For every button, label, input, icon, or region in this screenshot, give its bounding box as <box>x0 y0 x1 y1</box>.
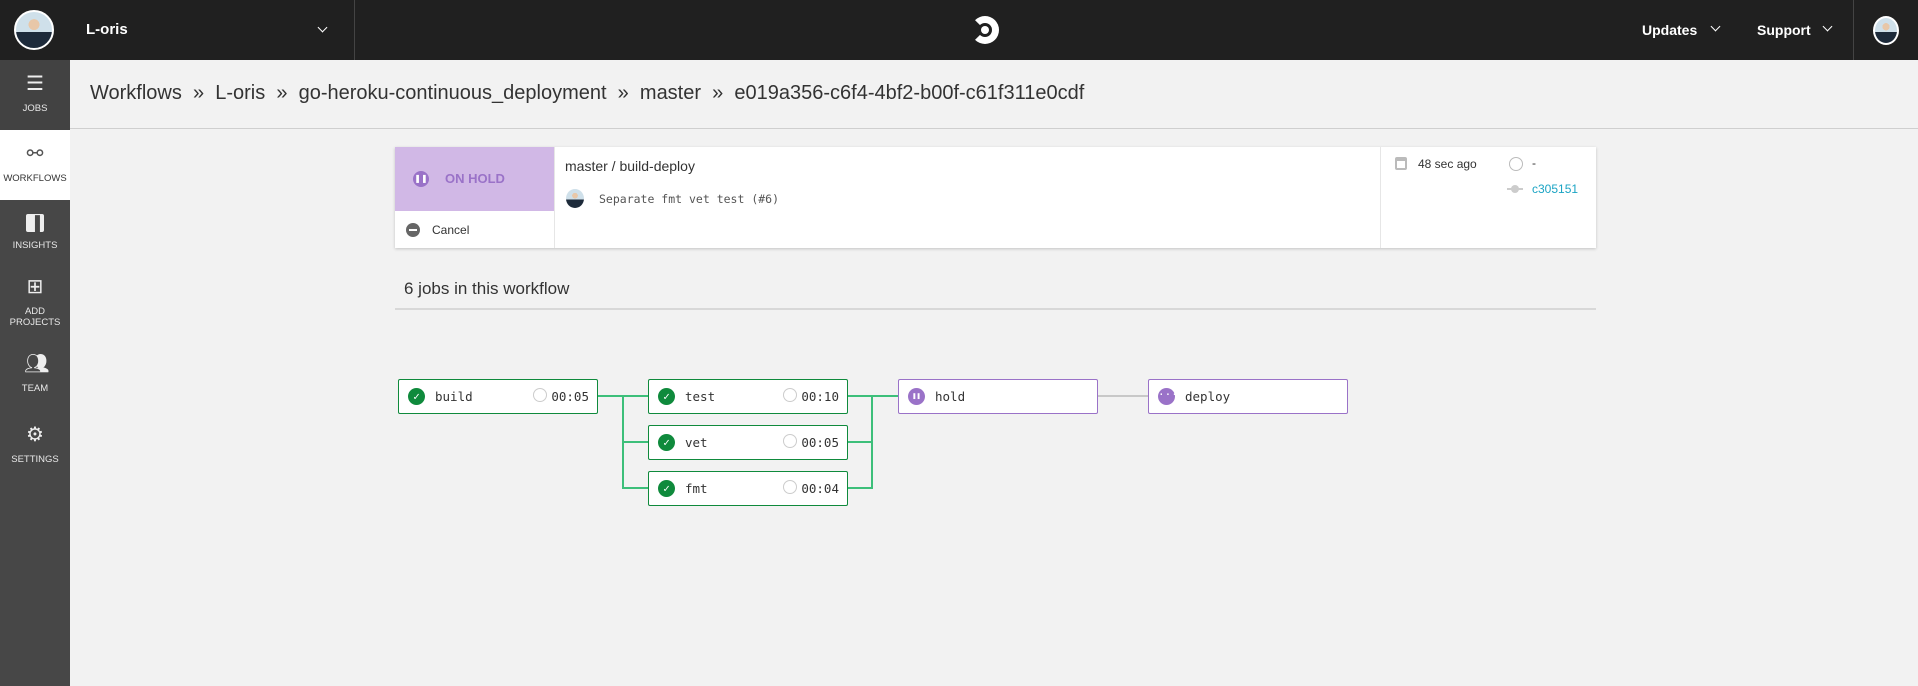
add-project-icon: ⊞ <box>26 276 44 298</box>
sidebar-item-jobs[interactable]: ☰ JOBS <box>0 60 70 130</box>
gears-icon: ⚙ <box>26 424 44 446</box>
job-fmt[interactable]: ✓ fmt 00:04 <box>648 471 848 506</box>
check-icon: ✓ <box>658 434 675 451</box>
divider <box>395 308 1596 310</box>
stopwatch-icon <box>783 480 797 494</box>
divider <box>1380 147 1381 248</box>
connector <box>1097 395 1148 397</box>
pause-icon: ❚❚ <box>413 171 429 187</box>
pause-icon: ❚❚ <box>908 388 925 405</box>
divider <box>1853 0 1854 60</box>
org-name[interactable]: L-oris <box>86 21 128 38</box>
sidebar-item-team[interactable]: 👥︎ TEAM <box>0 345 70 410</box>
team-icon: 👥︎ <box>24 353 50 375</box>
job-test[interactable]: ✓ test 00:10 <box>648 379 848 414</box>
workflow-summary-card: ❚❚ ON HOLD Cancel master / build-deploy … <box>395 147 1596 248</box>
time-ago: 48 sec ago <box>1418 157 1477 171</box>
top-bar: L-oris Updates Support <box>0 0 1918 60</box>
job-hold[interactable]: ❚❚ hold <box>898 379 1098 414</box>
check-icon: ✓ <box>658 388 675 405</box>
check-icon: ✓ <box>658 480 675 497</box>
sidebar-item-insights[interactable]: ▐ INSIGHTS <box>0 200 70 270</box>
check-icon: ✓ <box>408 388 425 405</box>
sidebar: ☰ JOBS ⚯ WORKFLOWS ▐ INSIGHTS ⊞ ADD PROJECTS … <box>0 60 70 686</box>
chevron-down-icon[interactable] <box>1822 21 1833 32</box>
workflow-icon: ⚯ <box>26 143 44 165</box>
ellipsis-icon: ··· <box>1158 388 1178 405</box>
cancel-button[interactable]: Cancel <box>395 211 554 248</box>
updates-menu[interactable]: Updates <box>1642 22 1697 38</box>
connector <box>847 441 873 443</box>
job-deploy[interactable]: ··· deploy <box>1148 379 1348 414</box>
user-avatar[interactable] <box>1873 16 1899 45</box>
chevron-down-icon[interactable] <box>1710 21 1721 32</box>
breadcrumb[interactable]: Workflows » L-oris » go-heroku-continuou… <box>90 82 1084 105</box>
sidebar-item-workflows[interactable]: ⚯ WORKFLOWS <box>0 130 70 200</box>
support-menu[interactable]: Support <box>1757 22 1811 38</box>
status-label: ON HOLD <box>445 171 505 186</box>
jobs-heading: 6 jobs in this workflow <box>404 279 570 298</box>
cancel-icon <box>406 223 420 237</box>
calendar-icon <box>1395 157 1407 170</box>
stopwatch-icon <box>533 388 547 402</box>
commit-hash-link[interactable]: c305151 <box>1532 182 1578 196</box>
connector <box>622 487 648 489</box>
status-badge: ❚❚ ON HOLD <box>395 147 554 211</box>
stopwatch-icon <box>783 434 797 448</box>
org-avatar[interactable] <box>14 10 54 50</box>
list-icon: ☰ <box>26 73 44 95</box>
stopwatch-icon <box>1509 157 1523 171</box>
job-vet[interactable]: ✓ vet 00:05 <box>648 425 848 460</box>
chevron-down-icon[interactable] <box>317 22 328 33</box>
stopwatch-icon <box>783 388 797 402</box>
commit-message[interactable]: Separate fmt vet test (#6) <box>599 192 779 206</box>
connector <box>622 441 648 443</box>
commit-author-avatar <box>566 189 584 208</box>
duration: - <box>1532 156 1536 170</box>
sidebar-item-add-projects[interactable]: ⊞ ADD PROJECTS <box>0 270 70 345</box>
divider <box>554 147 555 248</box>
divider <box>354 0 355 60</box>
circleci-logo-icon[interactable] <box>971 16 999 44</box>
branch-workflow-link[interactable]: master / build-deploy <box>565 158 695 174</box>
commit-icon <box>1507 185 1523 193</box>
job-build[interactable]: ✓ build 00:05 <box>398 379 598 414</box>
sidebar-item-settings[interactable]: ⚙ SETTINGS <box>0 410 70 480</box>
connector <box>847 487 873 489</box>
bar-chart-icon: ▐ <box>26 214 44 232</box>
